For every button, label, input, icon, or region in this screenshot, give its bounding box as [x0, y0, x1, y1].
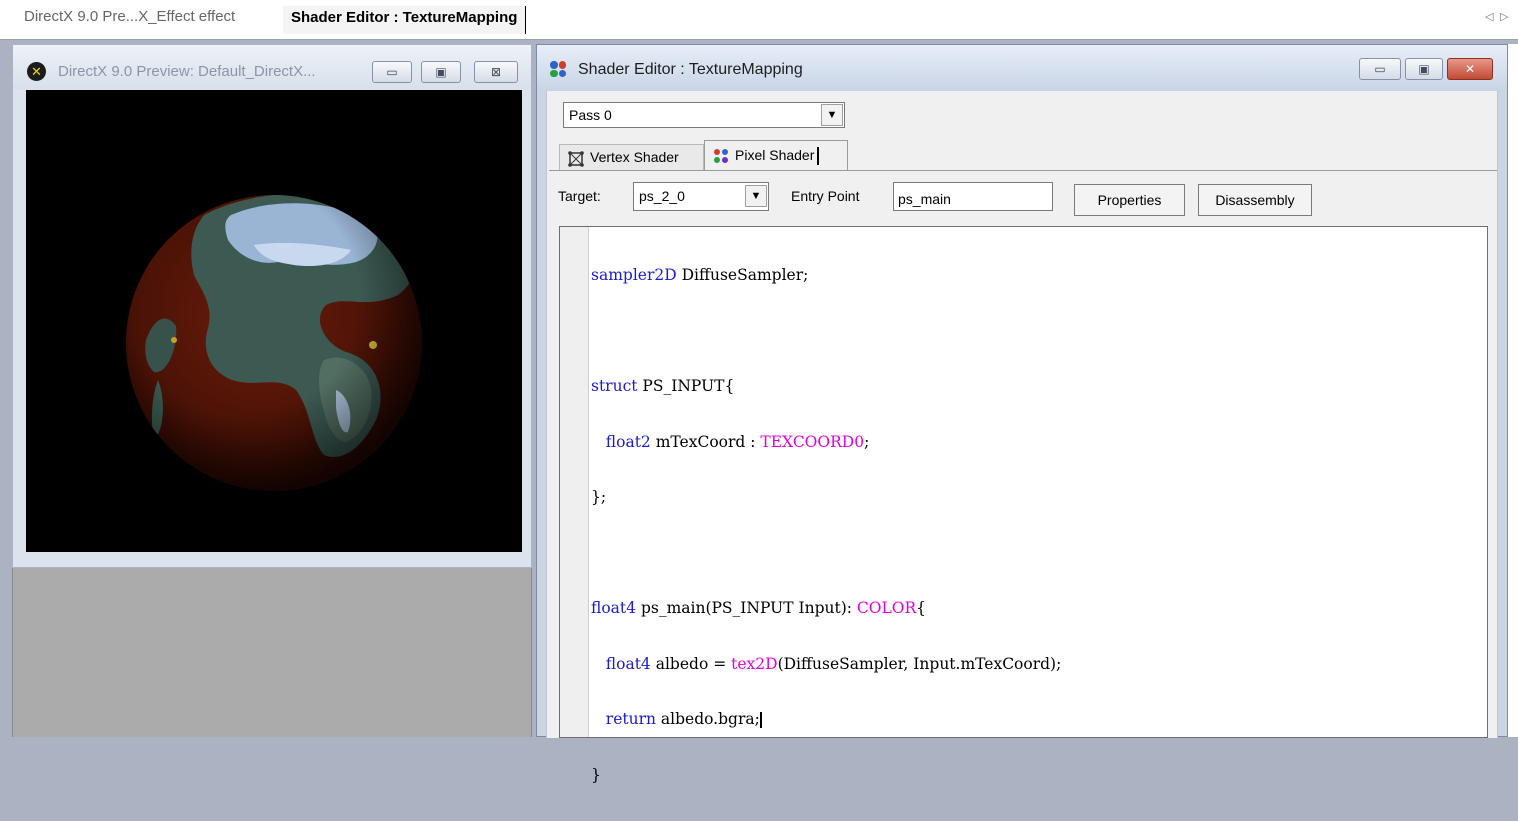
minimize-button[interactable]: ▭	[372, 61, 412, 83]
shader-editor-window: Shader Editor : TextureMapping ▭ ▣ ✕ Pas…	[536, 44, 1508, 784]
code-line: struct PS_INPUT{	[591, 377, 735, 395]
mdi-empty-area	[12, 568, 532, 737]
editor-window-title: Shader Editor : TextureMapping	[578, 61, 803, 78]
code-line: float4 ps_main(PS_INPUT Input): COLOR{	[591, 599, 927, 617]
code-line: sampler2D DiffuseSampler;	[591, 266, 809, 284]
code-line: }	[591, 765, 601, 784]
editor-titlebar[interactable]: Shader Editor : TextureMapping ▭ ▣ ✕	[537, 45, 1507, 91]
code-line: };	[591, 488, 607, 506]
chevron-down-icon[interactable]: ▼	[745, 185, 767, 207]
triangle-left-icon[interactable]: ◁	[1485, 10, 1493, 23]
target-dropdown-value: ps_2_0	[639, 188, 685, 204]
properties-button[interactable]: Properties	[1074, 184, 1185, 216]
pass-dropdown-value: Pass 0	[569, 107, 612, 123]
earth-globe-render	[126, 195, 422, 491]
target-label: Target:	[558, 188, 601, 204]
directx-icon: ✕	[27, 62, 46, 81]
target-dropdown[interactable]: ps_2_0 ▼	[633, 182, 769, 211]
preview-window-title: DirectX 9.0 Preview: Default_DirectX...	[58, 63, 316, 80]
render-viewport[interactable]	[26, 90, 522, 552]
disassembly-button[interactable]: Disassembly	[1198, 184, 1312, 216]
tab-directx-preview[interactable]: DirectX 9.0 Pre...X_Effect effect	[24, 8, 235, 25]
code-editor[interactable]: sampler2D DiffuseSampler; struct PS_INPU…	[559, 226, 1488, 784]
maximize-button[interactable]: ▣	[421, 61, 461, 83]
code-gutter	[560, 227, 589, 737]
tab-pixel-shader-label: Pixel Shader	[735, 147, 815, 163]
document-tab-bar: DirectX 9.0 Pre...X_Effect effect Shader…	[0, 0, 1518, 40]
vertex-shader-icon	[568, 151, 584, 167]
triangle-right-icon[interactable]: ▷	[1500, 10, 1508, 23]
editor-client-area: Pass 0 ▼ Vertex Shader Pixel Shader Targ…	[546, 91, 1498, 784]
chevron-down-icon[interactable]: ▼	[821, 104, 843, 126]
tab-shader-editor[interactable]: Shader Editor : TextureMapping	[283, 6, 527, 34]
pass-dropdown[interactable]: Pass 0 ▼	[563, 102, 845, 128]
maximize-button[interactable]: ▣	[1405, 58, 1443, 80]
tab-vertex-shader[interactable]: Vertex Shader	[559, 144, 704, 170]
directx-preview-window: ✕ DirectX 9.0 Preview: Default_DirectX..…	[12, 44, 532, 568]
text-cursor	[759, 712, 762, 728]
mdi-right-edge	[1508, 44, 1518, 737]
tab-panel-divider	[549, 170, 1497, 171]
tab-pixel-shader[interactable]: Pixel Shader	[704, 140, 848, 170]
close-button[interactable]: ⊠	[474, 61, 518, 83]
tab-vertex-shader-label: Vertex Shader	[590, 149, 679, 165]
close-button[interactable]: ✕	[1447, 58, 1493, 80]
code-line: float2 mTexCoord : TEXCOORD0;	[605, 432, 870, 451]
minimize-button[interactable]: ▭	[1359, 58, 1401, 80]
pixel-shader-icon	[714, 149, 728, 163]
code-line: float4 albedo = tex2D(DiffuseSampler, In…	[605, 654, 1062, 673]
preview-titlebar[interactable]: ✕ DirectX 9.0 Preview: Default_DirectX..…	[13, 45, 531, 89]
code-line: return albedo.bgra;	[605, 710, 762, 728]
code-text[interactable]: sampler2D DiffuseSampler; struct PS_INPU…	[591, 229, 1061, 821]
shader-tabs: Vertex Shader Pixel Shader	[559, 140, 849, 170]
entry-point-input[interactable]	[893, 182, 1053, 211]
shader-editor-icon	[550, 61, 566, 77]
entry-point-label: Entry Point	[791, 188, 860, 204]
